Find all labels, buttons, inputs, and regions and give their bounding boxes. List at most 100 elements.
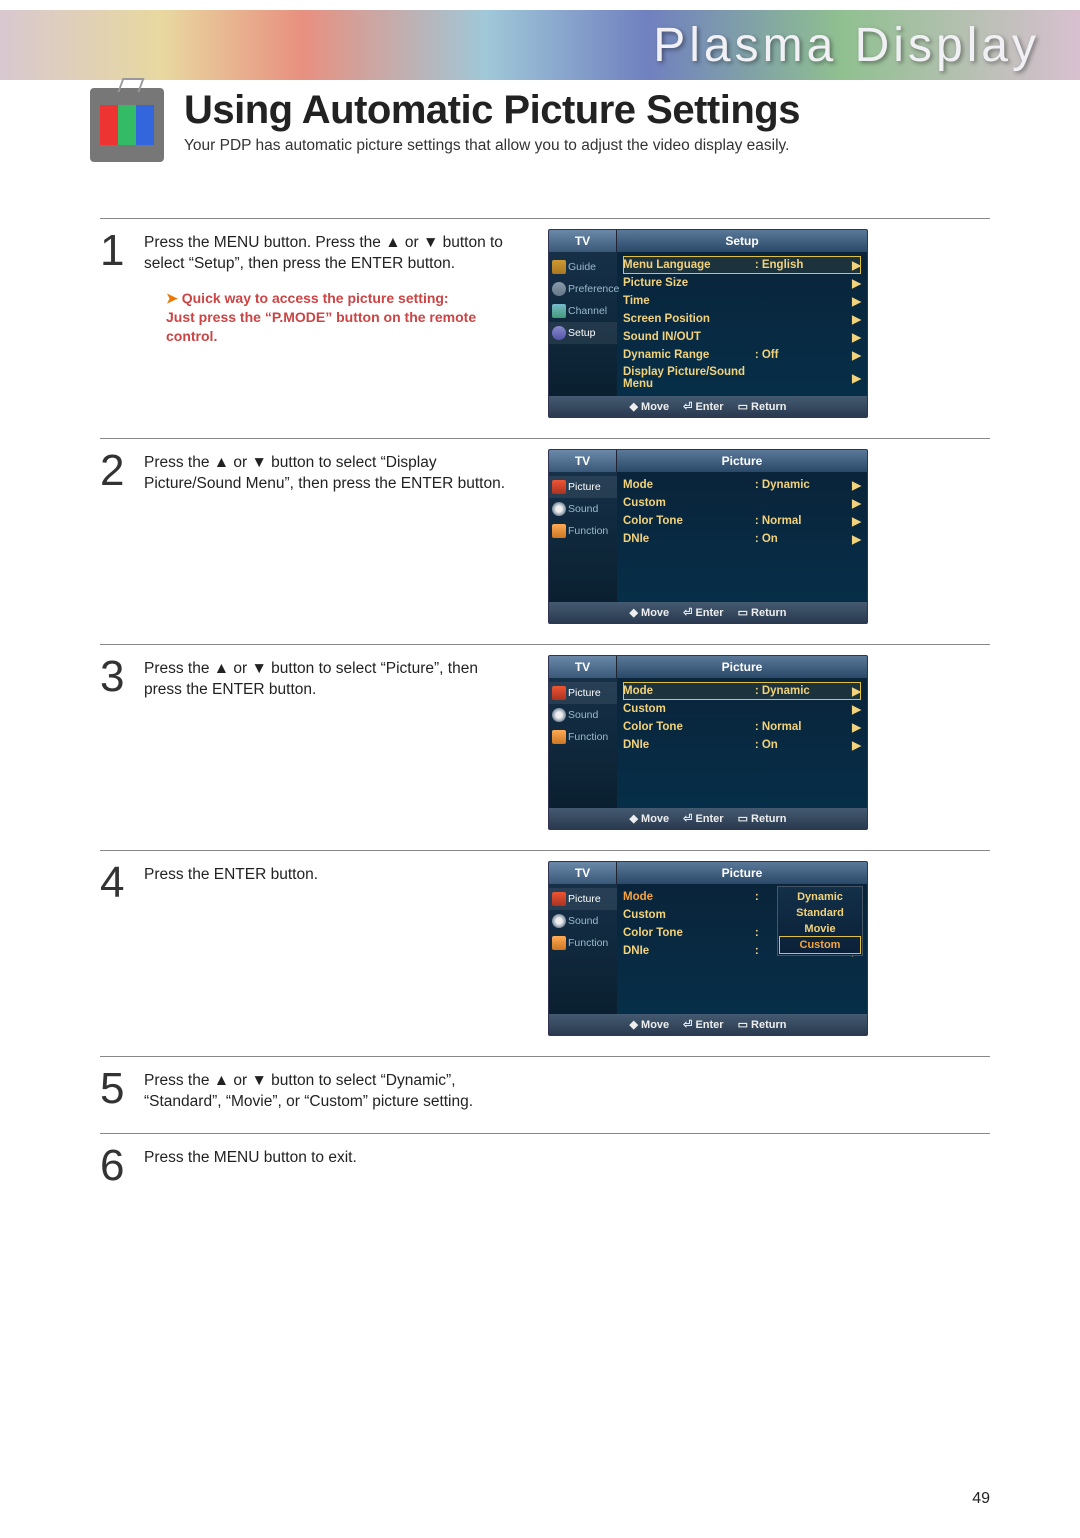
osd-tv-label: TV (549, 656, 617, 678)
sound-icon (552, 914, 566, 928)
step-number: 5 (100, 1067, 132, 1113)
step-number: 6 (100, 1144, 132, 1188)
banner-text: Plasma Display (653, 18, 1040, 73)
popup-option: Standard (780, 905, 860, 921)
osd-main: Mode:▶Custom▶Color Tone:▶DNIe:▶DynamicSt… (617, 884, 867, 1014)
foot-move: ◆ Move (630, 606, 670, 619)
osd-main: Menu Language: English▶Picture Size▶Time… (617, 252, 867, 396)
page-number: 49 (972, 1490, 990, 1508)
osd-side-item: Setup (549, 322, 617, 344)
hint-arrow-icon: ➤ (166, 290, 178, 306)
step-text: Press the MENU button. Press the ▲ or ▼ … (144, 229, 520, 346)
osd-menu-row: Dynamic Range: Off▶ (623, 346, 861, 364)
picture-icon (552, 892, 566, 906)
step-text: Press the ▲ or ▼ button to select “Displ… (144, 449, 520, 495)
popup-option: Movie (780, 921, 860, 937)
foot-return: ▭ Return (738, 812, 787, 825)
osd-sidebar: GuidePreferenceChannelSetup (549, 252, 617, 396)
osd-title: Picture (617, 450, 867, 472)
osd-popup: DynamicStandardMovieCustom (777, 886, 863, 956)
osd-side-item: Function (549, 932, 617, 954)
osd-panel: TV Picture PictureSoundFunction Mode:▶Cu… (548, 861, 868, 1036)
osd-tv-label: TV (549, 862, 617, 884)
popup-option: Dynamic (780, 889, 860, 905)
osd-panel: TV Picture PictureSoundFunction Mode: Dy… (548, 449, 868, 624)
step-text: Press the ENTER button. (144, 861, 318, 905)
foot-enter: ⏎ Enter (683, 606, 723, 619)
preference-icon (552, 282, 566, 296)
osd-menu-row: Color Tone: Normal▶ (623, 512, 861, 530)
osd-side-item: Preference (549, 278, 617, 300)
osd-menu-row: Display Picture/Sound Menu▶ (623, 364, 861, 392)
osd-tv-label: TV (549, 450, 617, 472)
guide-icon (552, 260, 566, 274)
osd-main: Mode: Dynamic▶Custom▶Color Tone: Normal▶… (617, 678, 867, 808)
step-text: Press the ▲ or ▼ button to select “Pictu… (144, 655, 520, 701)
popup-option: Custom (780, 937, 860, 953)
page-title: Using Automatic Picture Settings (184, 88, 990, 133)
subtitle: Your PDP has automatic picture settings … (184, 137, 990, 155)
osd-side-item: Sound (549, 498, 617, 520)
banner: Plasma Display (0, 10, 1080, 80)
osd-side-item: Guide (549, 256, 617, 278)
osd-side-item: Picture (549, 888, 617, 910)
osd-side-item: Sound (549, 704, 617, 726)
osd-title: Setup (617, 230, 867, 252)
osd-sidebar: PictureSoundFunction (549, 678, 617, 808)
osd-main: Mode: Dynamic▶Custom▶Color Tone: Normal▶… (617, 472, 867, 602)
foot-move: ◆ Move (630, 400, 670, 413)
step-number: 1 (100, 229, 132, 346)
osd-menu-row: Mode: Dynamic▶ (623, 682, 861, 700)
osd-title: Picture (617, 656, 867, 678)
step-row: 1 Press the MENU button. Press the ▲ or … (100, 218, 990, 418)
step-text: Press the ▲ or ▼ button to select “Dynam… (144, 1067, 520, 1113)
foot-enter: ⏎ Enter (683, 1018, 723, 1031)
foot-enter: ⏎ Enter (683, 812, 723, 825)
osd-menu-row: DNIe: On▶ (623, 530, 861, 548)
osd-tv-label: TV (549, 230, 617, 252)
foot-return: ▭ Return (738, 400, 787, 413)
picture-icon (552, 686, 566, 700)
function-icon (552, 524, 566, 538)
osd-sidebar: PictureSoundFunction (549, 472, 617, 602)
step-row: 5 Press the ▲ or ▼ button to select “Dyn… (100, 1056, 990, 1113)
foot-move: ◆ Move (630, 812, 670, 825)
tv-icon (90, 88, 164, 162)
sound-icon (552, 502, 566, 516)
function-icon (552, 730, 566, 744)
osd-footer: ◆ Move ⏎ Enter ▭ Return (549, 808, 867, 829)
osd-side-item: Picture (549, 682, 617, 704)
hint-block: ➤Quick way to access the picture setting… (166, 289, 520, 346)
osd-menu-row: Time▶ (623, 292, 861, 310)
osd-side-item: Function (549, 520, 617, 542)
channel-icon (552, 304, 566, 318)
osd-footer: ◆ Move ⏎ Enter ▭ Return (549, 1014, 867, 1035)
osd-menu-row: Menu Language: English▶ (623, 256, 861, 274)
osd-footer: ◆ Move ⏎ Enter ▭ Return (549, 602, 867, 623)
sound-icon (552, 708, 566, 722)
picture-icon (552, 480, 566, 494)
osd-side-item: Channel (549, 300, 617, 322)
osd-side-item: Picture (549, 476, 617, 498)
osd-panel: TV Setup GuidePreferenceChannelSetup Men… (548, 229, 868, 418)
step-number: 4 (100, 861, 132, 905)
osd-menu-row: Screen Position▶ (623, 310, 861, 328)
osd-title: Picture (617, 862, 867, 884)
step-number: 3 (100, 655, 132, 701)
osd-menu-row: Picture Size▶ (623, 274, 861, 292)
osd-menu-row: Custom▶ (623, 700, 861, 718)
osd-menu-row: Custom▶ (623, 494, 861, 512)
osd-side-item: Function (549, 726, 617, 748)
osd-sidebar: PictureSoundFunction (549, 884, 617, 1014)
foot-return: ▭ Return (738, 1018, 787, 1031)
osd-menu-row: Sound IN/OUT▶ (623, 328, 861, 346)
osd-menu-row: DNIe: On▶ (623, 736, 861, 754)
function-icon (552, 936, 566, 950)
osd-menu-row: Mode: Dynamic▶ (623, 476, 861, 494)
osd-menu-row: Color Tone: Normal▶ (623, 718, 861, 736)
foot-return: ▭ Return (738, 606, 787, 619)
foot-move: ◆ Move (630, 1018, 670, 1031)
step-number: 2 (100, 449, 132, 495)
step-row: 6 Press the MENU button to exit. (100, 1133, 990, 1188)
foot-enter: ⏎ Enter (683, 400, 723, 413)
